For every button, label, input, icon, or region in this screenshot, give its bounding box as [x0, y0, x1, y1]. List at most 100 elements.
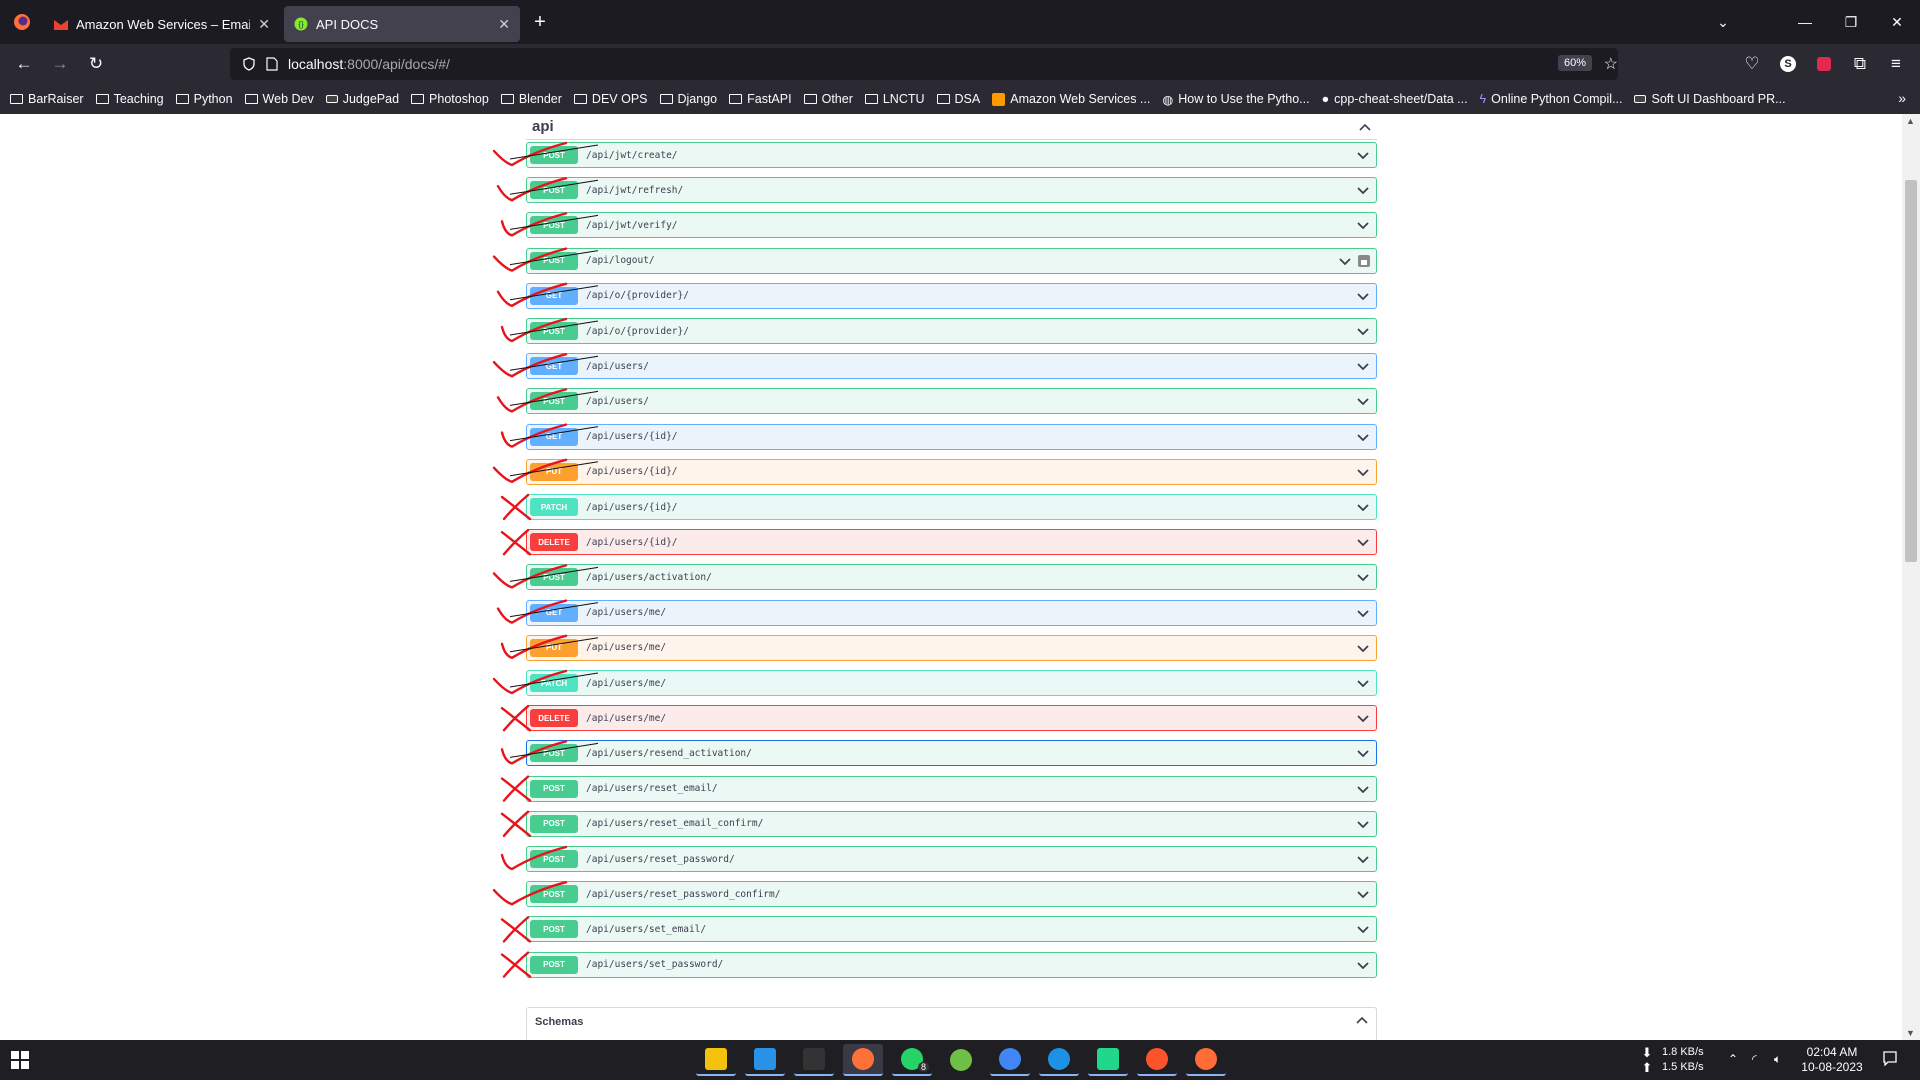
windows-start-icon[interactable] [10, 1050, 30, 1075]
chevron-down-icon[interactable] [1356, 606, 1370, 620]
bookmark-item[interactable]: BarRaiser [10, 92, 84, 106]
bookmark-item[interactable]: Soft UI Dashboard PR... [1634, 92, 1786, 106]
file-explorer-icon[interactable] [696, 1044, 736, 1076]
chevron-up-icon[interactable] [1359, 123, 1371, 131]
url-bar[interactable]: localhost:8000/api/docs/#/ 60% ☆ [230, 48, 1618, 80]
chevron-down-icon[interactable] [1356, 183, 1370, 197]
operation-row[interactable]: GET/api/users/ [526, 353, 1377, 380]
chevron-down-icon[interactable] [1356, 535, 1370, 549]
list-all-tabs-icon[interactable]: ⌄ [1700, 0, 1746, 44]
schemas-section[interactable]: Schemas [526, 1007, 1377, 1040]
extensions-icon[interactable]: ⧉ [1842, 48, 1878, 80]
operation-row[interactable]: POST/api/users/reset_password/ [526, 846, 1377, 872]
new-tab-button[interactable]: + [524, 11, 556, 34]
page-scrollbar[interactable]: ▲ ▼ [1902, 114, 1920, 1040]
firefox-icon[interactable] [843, 1044, 883, 1076]
zoom-badge[interactable]: 60% [1557, 55, 1592, 71]
chevron-down-icon[interactable] [1356, 711, 1370, 725]
forward-icon[interactable]: → [42, 48, 78, 80]
operation-row[interactable]: POST/api/users/activation/ [526, 564, 1377, 591]
bookmark-item[interactable]: DEV OPS [573, 92, 648, 106]
chevron-down-icon[interactable] [1356, 289, 1370, 303]
chevron-down-icon[interactable] [1356, 887, 1370, 901]
operation-row[interactable]: POST/api/users/reset_email/ [526, 775, 1377, 802]
chevron-down-icon[interactable] [1356, 782, 1370, 796]
extension-lock-icon[interactable] [1806, 48, 1842, 80]
chevron-down-icon[interactable] [1338, 254, 1352, 268]
bookmark-item[interactable]: DSA [936, 92, 980, 106]
notification-icon[interactable] [1880, 1050, 1900, 1070]
chevron-down-icon[interactable] [1356, 324, 1370, 338]
bookmark-item[interactable]: Blender [500, 92, 562, 106]
chevron-up-icon[interactable]: ⌃ [1728, 1052, 1738, 1067]
operation-row[interactable]: POST/api/users/set_email/ [526, 916, 1377, 943]
scrollbar-thumb[interactable] [1905, 180, 1917, 562]
chevron-down-icon[interactable] [1356, 746, 1370, 760]
bookmark-item[interactable]: Photoshop [411, 92, 489, 106]
brave-icon[interactable] [1137, 1044, 1177, 1076]
chevron-up-icon[interactable] [1356, 1016, 1368, 1024]
chrome-icon[interactable] [990, 1044, 1030, 1076]
bookmark-item[interactable]: Python [175, 92, 233, 106]
pocket-icon[interactable]: ♡ [1734, 48, 1770, 80]
chevron-down-icon[interactable] [1356, 676, 1370, 690]
terminal-icon[interactable] [794, 1044, 834, 1076]
restore-button[interactable]: ❐ [1828, 0, 1874, 44]
operation-row[interactable]: PUT/api/users/me/ [526, 634, 1377, 661]
bookmark-item[interactable]: ◍ How to Use the Pytho... [1162, 92, 1309, 107]
tab-api-docs[interactable]: {} API DOCS ✕ [284, 6, 520, 42]
extension-s-icon[interactable]: S [1770, 48, 1806, 80]
operation-row[interactable]: DELETE/api/users/{id}/ [526, 529, 1377, 556]
operation-row[interactable]: POST/api/users/ [526, 388, 1377, 415]
operation-row[interactable]: GET/api/users/me/ [526, 599, 1377, 626]
pycharm-icon[interactable] [1088, 1044, 1128, 1076]
bookmark-item[interactable]: JudgePad [325, 92, 399, 106]
minimize-button[interactable]: — [1782, 0, 1828, 44]
operation-row[interactable]: POST/api/logout/ [526, 247, 1377, 274]
chevron-down-icon[interactable] [1356, 570, 1370, 584]
chevron-down-icon[interactable] [1356, 394, 1370, 408]
close-window-button[interactable]: ✕ [1874, 0, 1920, 44]
operation-row[interactable]: GET/api/users/{id}/ [526, 423, 1377, 450]
wifi-icon[interactable]: ◜ [1752, 1052, 1757, 1067]
operation-row[interactable]: DELETE/api/users/me/ [526, 705, 1377, 732]
operation-row[interactable]: PATCH/api/users/me/ [526, 670, 1377, 696]
chevron-down-icon[interactable] [1356, 218, 1370, 232]
firefox-menu-icon[interactable] [0, 0, 44, 44]
chevron-down-icon[interactable] [1356, 958, 1370, 972]
blender-icon[interactable] [941, 1044, 981, 1076]
operation-row[interactable]: POST/api/users/reset_password_confirm/ [526, 881, 1377, 908]
chevron-down-icon[interactable] [1356, 500, 1370, 514]
hamburger-menu-icon[interactable]: ≡ [1878, 48, 1914, 80]
chevron-down-icon[interactable] [1356, 641, 1370, 655]
chevron-down-icon[interactable] [1356, 852, 1370, 866]
close-icon[interactable]: ✕ [258, 16, 270, 33]
lock-icon[interactable] [1357, 254, 1371, 268]
bookmark-item[interactable]: FastAPI [729, 92, 792, 106]
operation-row[interactable]: POST/api/jwt/create/ [526, 142, 1377, 168]
operation-row[interactable]: POST/api/o/{provider}/ [526, 318, 1377, 344]
chevron-down-icon[interactable] [1356, 359, 1370, 373]
clock[interactable]: 02:04 AM 10-08-2023 [1796, 1045, 1868, 1075]
bookmark-item[interactable]: ● cpp-cheat-sheet/Data ... [1322, 92, 1468, 106]
operation-row[interactable]: POST/api/users/set_password/ [526, 951, 1377, 978]
operation-row[interactable]: PATCH/api/users/{id}/ [526, 494, 1377, 520]
operation-row[interactable]: POST/api/users/reset_email_confirm/ [526, 810, 1377, 837]
postman-icon[interactable] [1186, 1044, 1226, 1076]
operation-row[interactable]: POST/api/jwt/refresh/ [526, 177, 1377, 204]
star-icon[interactable]: ☆ [1604, 54, 1618, 74]
close-icon[interactable]: ✕ [498, 16, 510, 33]
chevron-down-icon[interactable] [1356, 430, 1370, 444]
bookmarks-overflow-icon[interactable]: » [1898, 90, 1906, 106]
chevron-down-icon[interactable] [1356, 465, 1370, 479]
bookmark-item[interactable]: ϟ Online Python Compil... [1480, 92, 1623, 106]
whatsapp-icon[interactable]: 8 [892, 1044, 932, 1076]
reload-icon[interactable]: ↻ [78, 48, 114, 80]
api-section-header[interactable]: api [526, 114, 1377, 140]
bookmark-item[interactable]: Django [659, 92, 717, 106]
operation-row[interactable]: POST/api/jwt/verify/ [526, 212, 1377, 239]
vscode-icon[interactable] [745, 1044, 785, 1076]
volume-icon[interactable]: 🔈︎ [1774, 1052, 1781, 1067]
bookmark-item[interactable]: LNCTU [864, 92, 925, 106]
tab-email[interactable]: Amazon Web Services – Email A ✕ [44, 6, 280, 42]
